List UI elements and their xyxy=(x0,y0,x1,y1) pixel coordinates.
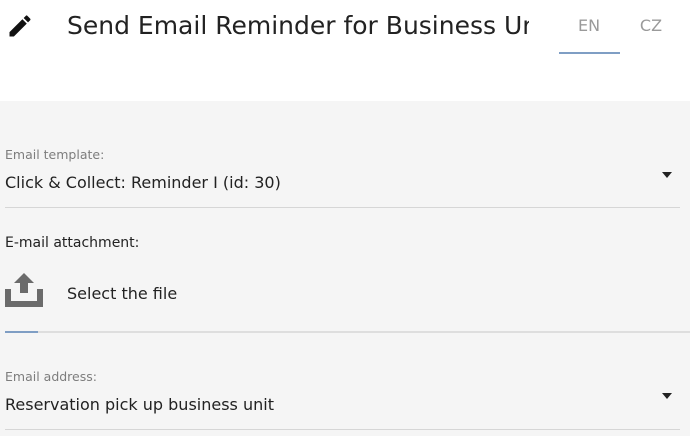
select-file-button[interactable]: Select the file xyxy=(67,284,177,303)
upload-icon[interactable] xyxy=(5,273,43,307)
caret-down-icon[interactable] xyxy=(662,393,672,399)
attachment-divider xyxy=(5,331,690,333)
tab-language-en[interactable]: EN xyxy=(558,16,620,35)
email-address-underline xyxy=(5,429,680,430)
email-template-underline xyxy=(5,207,680,208)
email-template-label: Email template: xyxy=(5,147,105,162)
dialog-header: Send Email Reminder for Business Unit EN… xyxy=(0,0,690,101)
pencil-icon xyxy=(9,15,31,37)
active-tab-indicator xyxy=(559,52,620,54)
attachment-indicator xyxy=(5,331,38,333)
tab-language-cz[interactable]: CZ xyxy=(620,16,682,35)
email-address-select[interactable]: Reservation pick up business unit xyxy=(5,395,274,414)
dialog-title: Send Email Reminder for Business Unit xyxy=(67,11,529,40)
email-template-select[interactable]: Click & Collect: Reminder I (id: 30) xyxy=(5,173,281,192)
email-address-label: Email address: xyxy=(5,369,97,384)
attachment-label: E-mail attachment: xyxy=(5,235,140,251)
caret-down-icon[interactable] xyxy=(662,172,672,178)
